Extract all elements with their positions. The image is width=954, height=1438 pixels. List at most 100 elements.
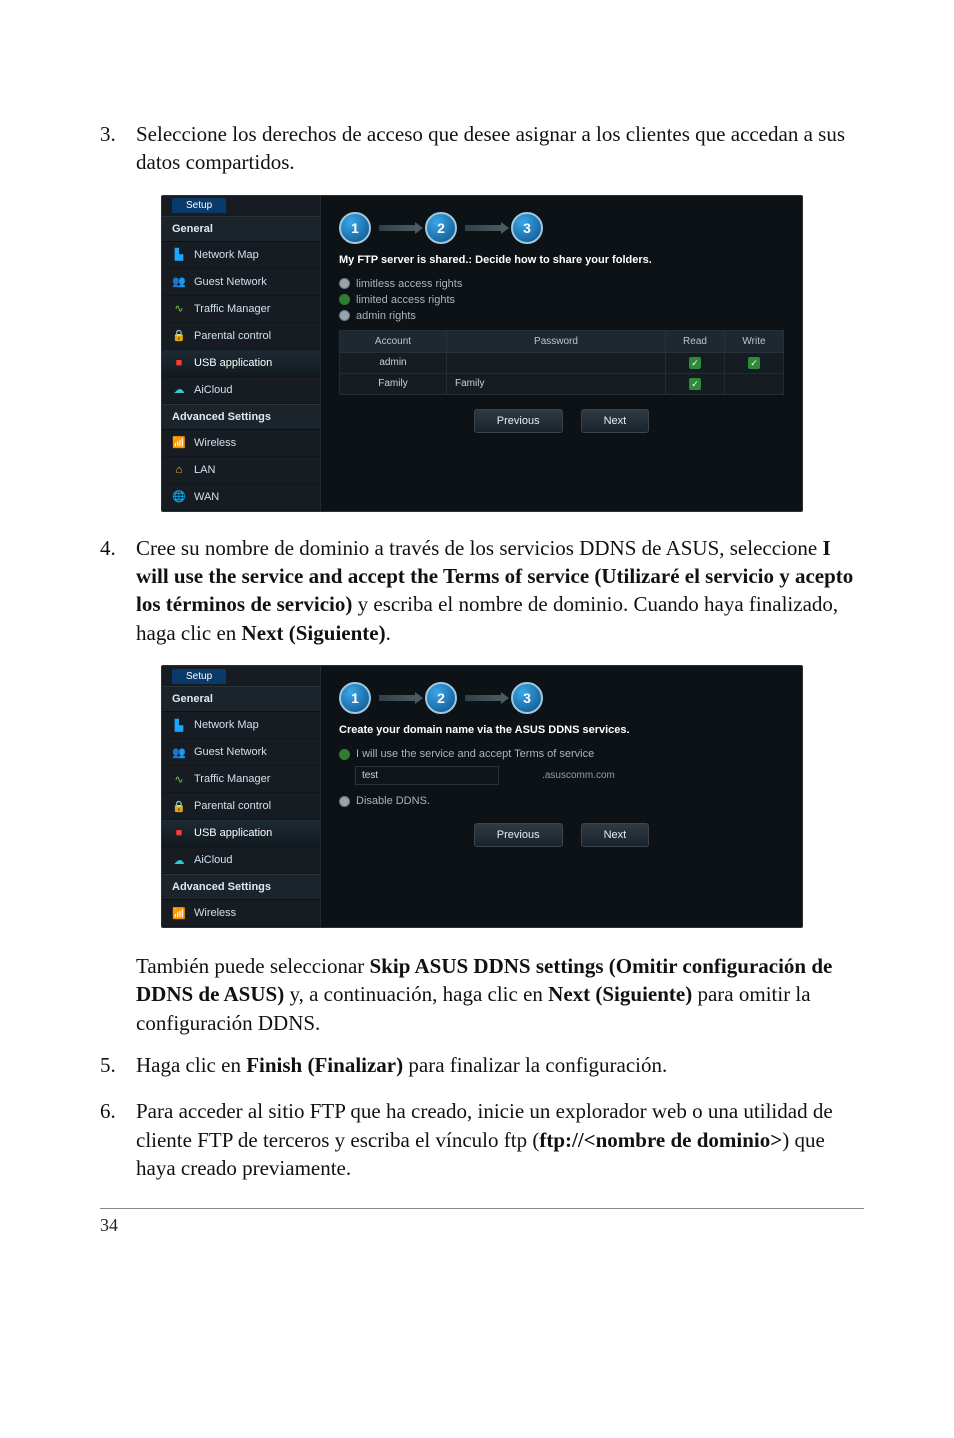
sidebar-label: Parental control: [194, 330, 271, 342]
text-part: Cree su nombre de dominio a través de lo…: [136, 536, 822, 560]
rights-table: Account Password Read Write admin ✓ ✓ Fa…: [339, 330, 784, 395]
step-text: Haga clic en Finish (Finalizar) para fin…: [136, 1051, 667, 1079]
cell-read[interactable]: ✓: [666, 373, 725, 394]
traffic-icon: ∿: [172, 772, 186, 786]
sidebar-head-advanced: Advanced Settings: [162, 874, 320, 900]
step-number: 6.: [100, 1097, 126, 1182]
step-number: 3.: [100, 120, 126, 177]
sidebar-label: Wireless: [194, 907, 236, 919]
page-number: 34: [100, 1215, 864, 1236]
traffic-icon: ∿: [172, 302, 186, 316]
netmap-icon: ▙: [172, 718, 186, 732]
sidebar-label: USB application: [194, 827, 272, 839]
option-label: limitless access rights: [356, 278, 462, 290]
cell-read[interactable]: ✓: [666, 352, 725, 373]
setup-tab[interactable]: Setup: [172, 669, 226, 684]
sidebar-item-wireless[interactable]: 📶Wireless: [162, 900, 320, 927]
radio-icon: [339, 278, 350, 289]
sidebar-item-guest-network[interactable]: 👥Guest Network: [162, 739, 320, 766]
sidebar-item-parental[interactable]: 🔒Parental control: [162, 793, 320, 820]
cell-password: Family: [447, 373, 666, 394]
cell-write[interactable]: ✓: [725, 352, 784, 373]
check-icon: ✓: [689, 378, 701, 390]
sidebar-label: Wireless: [194, 437, 236, 449]
sidebar-item-aicloud[interactable]: ☁AiCloud: [162, 377, 320, 404]
panel-title: Create your domain name via the ASUS DDN…: [339, 724, 784, 736]
next-button[interactable]: Next: [581, 409, 650, 433]
arrow-icon: [379, 695, 417, 701]
option-limited[interactable]: limited access rights: [339, 292, 784, 308]
sidebar-label: Guest Network: [194, 276, 267, 288]
sidebar-item-wan[interactable]: 🌐WAN: [162, 484, 320, 511]
previous-button[interactable]: Previous: [474, 409, 563, 433]
text-part: para finalizar la configuración.: [403, 1053, 667, 1077]
sidebar-item-traffic-manager[interactable]: ∿ Traffic Manager: [162, 766, 320, 793]
sidebar-item-parental[interactable]: 🔒 Parental control: [162, 323, 320, 350]
sidebar-label: Traffic Manager: [194, 303, 270, 315]
option-label: Disable DDNS.: [356, 795, 430, 807]
lan-icon: ⌂: [172, 463, 186, 477]
sidebar-item-lan[interactable]: ⌂ LAN: [162, 457, 320, 484]
check-icon: ✓: [689, 357, 701, 369]
step-indicator: 1 2 3: [339, 682, 784, 714]
sidebar-item-usb-app[interactable]: ■USB application: [162, 820, 320, 847]
router-screenshot-2: Setup General ▙Network Map 👥Guest Networ…: [161, 665, 803, 928]
router-sidebar: Setup General ▙Network Map 👥Guest Networ…: [162, 196, 321, 511]
option-admin[interactable]: admin rights: [339, 308, 784, 324]
bold-text: Next (Siguiente): [242, 621, 386, 645]
step-badge-2: 2: [425, 212, 457, 244]
sidebar-label: WAN: [194, 491, 219, 503]
arrow-icon: [465, 225, 503, 231]
sidebar-item-traffic-manager[interactable]: ∿ Traffic Manager: [162, 296, 320, 323]
panel-title: My FTP server is shared.: Decide how to …: [339, 254, 784, 266]
domain-input[interactable]: test: [355, 766, 499, 785]
bold-text: Next (Siguiente): [548, 982, 692, 1006]
cell-write[interactable]: [725, 373, 784, 394]
text-part: También puede seleccionar: [136, 954, 370, 978]
sidebar-head-advanced: Advanced Settings: [162, 404, 320, 430]
th-password: Password: [447, 330, 666, 352]
router-main: 1 2 3 Create your domain name via the AS…: [321, 666, 802, 927]
step-badge-2: 2: [425, 682, 457, 714]
arrow-icon: [465, 695, 503, 701]
step-text: Seleccione los derechos de acceso que de…: [136, 120, 864, 177]
option-label: I will use the service and accept Terms …: [356, 748, 594, 760]
th-write: Write: [725, 330, 784, 352]
previous-button[interactable]: Previous: [474, 823, 563, 847]
lock-icon: 🔒: [172, 799, 186, 813]
step-3: 3. Seleccione los derechos de acceso que…: [100, 120, 864, 177]
lock-icon: 🔒: [172, 329, 186, 343]
domain-field-row: test .asuscomm.com: [339, 762, 784, 793]
netmap-icon: ▙: [172, 248, 186, 262]
sidebar-label: Traffic Manager: [194, 773, 270, 785]
radio-icon: [339, 749, 350, 760]
sidebar-label: Network Map: [194, 249, 259, 261]
option-disable-ddns[interactable]: Disable DDNS.: [339, 793, 784, 809]
option-limitless[interactable]: limitless access rights: [339, 276, 784, 292]
cell-password: [447, 352, 666, 373]
sidebar-label: LAN: [194, 464, 215, 476]
option-label: admin rights: [356, 310, 416, 322]
radio-icon: [339, 294, 350, 305]
next-button[interactable]: Next: [581, 823, 650, 847]
sidebar-item-wireless[interactable]: 📶Wireless: [162, 430, 320, 457]
router-screenshot-1: Setup General ▙Network Map 👥Guest Networ…: [161, 195, 803, 512]
check-icon: ✓: [748, 357, 760, 369]
sidebar-item-usb-app[interactable]: ■USB application: [162, 350, 320, 377]
setup-tab[interactable]: Setup: [172, 198, 226, 213]
step-6: 6. Para acceder al sitio FTP que ha crea…: [100, 1097, 864, 1182]
sidebar-item-aicloud[interactable]: ☁ AiCloud: [162, 847, 320, 874]
sidebar-label: AiCloud: [194, 854, 233, 866]
radio-icon: [339, 796, 350, 807]
bold-text: Finish (Finalizar): [246, 1053, 403, 1077]
sidebar-item-guest-network[interactable]: 👥Guest Network: [162, 269, 320, 296]
step-number: 4.: [100, 534, 126, 647]
sidebar-item-network-map[interactable]: ▙ Network Map: [162, 242, 320, 269]
th-read: Read: [666, 330, 725, 352]
radio-icon: [339, 310, 350, 321]
guest-icon: 👥: [172, 745, 186, 759]
step-text: Cree su nombre de dominio a través de lo…: [136, 534, 864, 647]
cloud-icon: ☁: [172, 853, 186, 867]
option-use-service[interactable]: I will use the service and accept Terms …: [339, 746, 784, 762]
sidebar-item-network-map[interactable]: ▙Network Map: [162, 712, 320, 739]
